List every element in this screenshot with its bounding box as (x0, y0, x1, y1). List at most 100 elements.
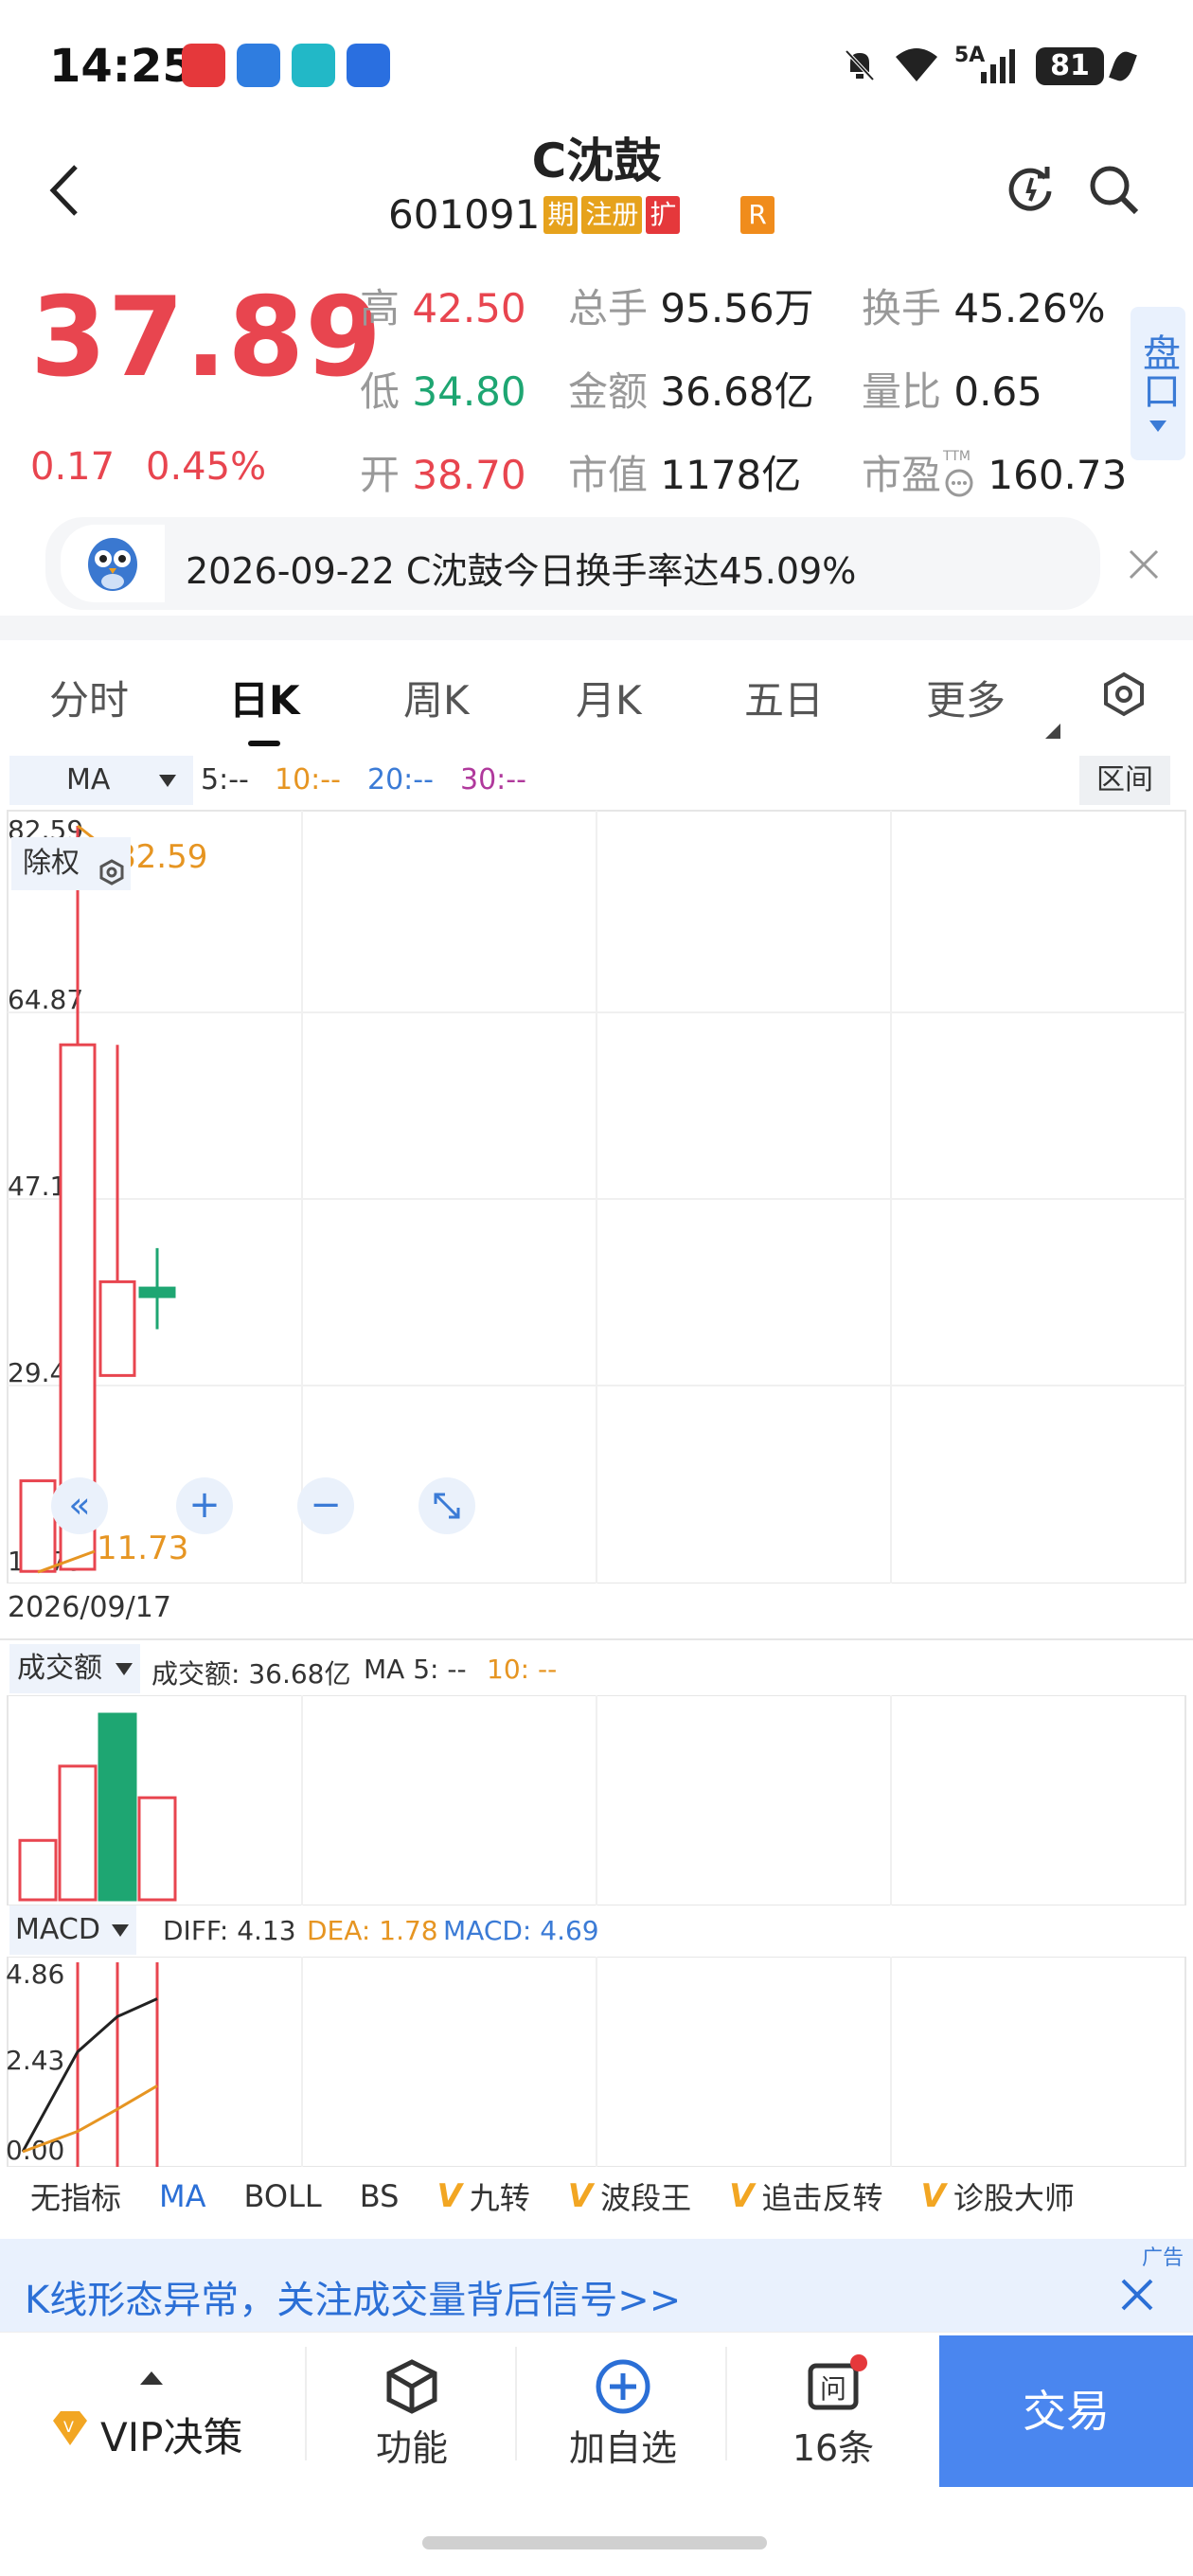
badge-futures: 期 (543, 195, 579, 234)
dropdown-arrow-icon (116, 1663, 133, 1675)
nav-divider (515, 2347, 517, 2460)
chart-date: 2026/09/17 (8, 1591, 171, 1624)
quote-grid: 高 42.50 低 34.80 开 38.70 总手 95.56万 金额 36.… (360, 277, 1136, 504)
macd-chart[interactable]: 4.862.430.00 (0, 1957, 1193, 2167)
refresh-icon[interactable] (1006, 163, 1057, 214)
badge-margin: 扩 (646, 195, 681, 234)
volume-bar (18, 1838, 58, 1902)
amount-value: 36.68亿 (660, 368, 814, 415)
order-book-button[interactable]: 盘口 (1131, 307, 1185, 460)
ma-select[interactable]: MA (9, 756, 193, 805)
function-button[interactable]: 功能 (350, 2358, 473, 2472)
badge-registered: 注册 (581, 195, 643, 234)
indicator-item[interactable]: V 波段王 (568, 2174, 691, 2218)
open-label: 开 (360, 452, 401, 498)
open-value: 38.70 (412, 452, 526, 498)
date-divider (0, 1638, 1193, 1640)
low-value: 34.80 (412, 368, 526, 415)
stock-title: C沈鼓 (531, 134, 662, 188)
macd-y-tick: 2.43 (6, 2045, 64, 2076)
status-bar: 14:25 5A 81 (0, 0, 1193, 133)
section-divider (0, 616, 1193, 640)
nav-divider (725, 2347, 727, 2460)
settings-hex-icon[interactable] (1100, 671, 1148, 718)
mcap-value: 1178亿 (660, 452, 802, 498)
turnover-value: 45.26% (953, 285, 1106, 331)
scroll-left-button[interactable]: « (51, 1477, 108, 1534)
app-icon-blue (237, 44, 280, 87)
dropdown-arrow-icon (112, 1924, 129, 1937)
range-button[interactable]: 区间 (1079, 756, 1170, 805)
volume-bar (58, 1764, 98, 1902)
battery-icon: 81 (1036, 47, 1104, 85)
notification-dot (850, 2354, 867, 2371)
ask-button[interactable]: 问 16条 (767, 2354, 899, 2472)
macd-value-label: MACD: 4.69 (443, 1915, 599, 1946)
indicator-item[interactable]: V 追击反转 (729, 2174, 882, 2218)
indicator-item[interactable]: BS (360, 2178, 400, 2214)
volume-bar (137, 1796, 177, 1902)
tab-more-corner-icon (1045, 724, 1060, 739)
back-icon[interactable] (42, 159, 89, 222)
tab-weekly-k[interactable]: 周K (403, 669, 470, 726)
wifi-icon (892, 44, 941, 85)
ad-tag: 广告 (1142, 2246, 1184, 2270)
pe-value: 160.73 (988, 452, 1128, 498)
indicator-item[interactable]: V 九转 (436, 2174, 529, 2218)
search-icon[interactable] (1085, 161, 1142, 218)
macd-select[interactable]: MACD (9, 1905, 136, 1955)
indicator-item[interactable]: MA (159, 2178, 206, 2214)
pe-label: 市盈 (862, 452, 942, 498)
zoom-in-button[interactable]: + (176, 1477, 233, 1534)
badge-r: R (740, 195, 775, 234)
svg-text:V: V (63, 2418, 74, 2436)
candle-body (19, 1479, 57, 1573)
ad-close-icon[interactable] (1117, 2275, 1157, 2315)
zoom-out-button[interactable]: − (297, 1477, 354, 1534)
y-tick-label: 64.87 (8, 984, 83, 1015)
indicator-strip: 无指标 MA BOLL BS V 九转 V 波段王 V 追击反转 V 诊股大师 (0, 2169, 1193, 2224)
volume-select[interactable]: 成交额 (9, 1644, 140, 1693)
low-label: 低 (360, 368, 401, 415)
nav-divider (305, 2347, 307, 2460)
tab-five-day[interactable]: 五日 (744, 669, 824, 726)
pe-ttm-icon: TTM (943, 449, 975, 496)
adjust-select[interactable]: 除权 (11, 837, 131, 890)
app-icon-bulb (347, 44, 390, 87)
close-icon[interactable] (1125, 546, 1163, 583)
tab-daily-k[interactable]: 日K (229, 669, 300, 726)
app-notification-icons (182, 44, 390, 87)
ad-text[interactable]: K线形态异常，关注成交量背后信号>> (25, 2269, 681, 2324)
fullscreen-button[interactable] (418, 1477, 475, 1534)
vip-decision-button[interactable]: V VIP决策 (19, 2368, 303, 2472)
indicator-item[interactable]: 无指标 (30, 2174, 121, 2218)
candlestick-chart[interactable]: 82.5964.8747.1629.4411.7382.5911.73 (0, 807, 1193, 1583)
tab-more[interactable]: 更多 (926, 669, 1006, 726)
chevron-down-icon (1149, 420, 1166, 432)
vip-v-icon: V (729, 2177, 755, 2215)
stock-code-row: 601091 期 注册 扩 R (388, 191, 775, 238)
min-price-label: 11.73 (97, 1530, 188, 1567)
ratio-label: 量比 (862, 368, 942, 415)
trade-button[interactable]: 交易 (939, 2335, 1193, 2487)
tab-monthly-k[interactable]: 月K (576, 669, 642, 726)
vip-diamond-icon: V (49, 2407, 91, 2449)
news-text[interactable]: 2026-09-22 C沈鼓今日换手率达45.09% (186, 542, 856, 594)
ma10-label: 10:-- (275, 763, 341, 796)
owl-mascot-icon (61, 525, 165, 602)
volume-label: 总手 (568, 285, 649, 331)
tab-intraday[interactable]: 分时 (49, 669, 129, 726)
high-label: 高 (360, 285, 401, 331)
signal-icon (981, 49, 1015, 83)
indicator-item[interactable]: V 诊股大师 (920, 2174, 1074, 2218)
tab-active-underline (248, 741, 280, 746)
high-value: 42.50 (412, 285, 526, 331)
cube-icon (383, 2358, 440, 2415)
macd-diff-label: DIFF: 4.13 (163, 1915, 296, 1946)
volume-ma5-label: MA 5: -- (364, 1654, 467, 1685)
last-price: 37.89 (30, 274, 383, 402)
status-time: 14:25 (49, 40, 194, 93)
add-watchlist-button[interactable]: 加自选 (559, 2358, 687, 2472)
volume-chart[interactable] (0, 1695, 1193, 1905)
indicator-item[interactable]: BOLL (244, 2178, 322, 2214)
